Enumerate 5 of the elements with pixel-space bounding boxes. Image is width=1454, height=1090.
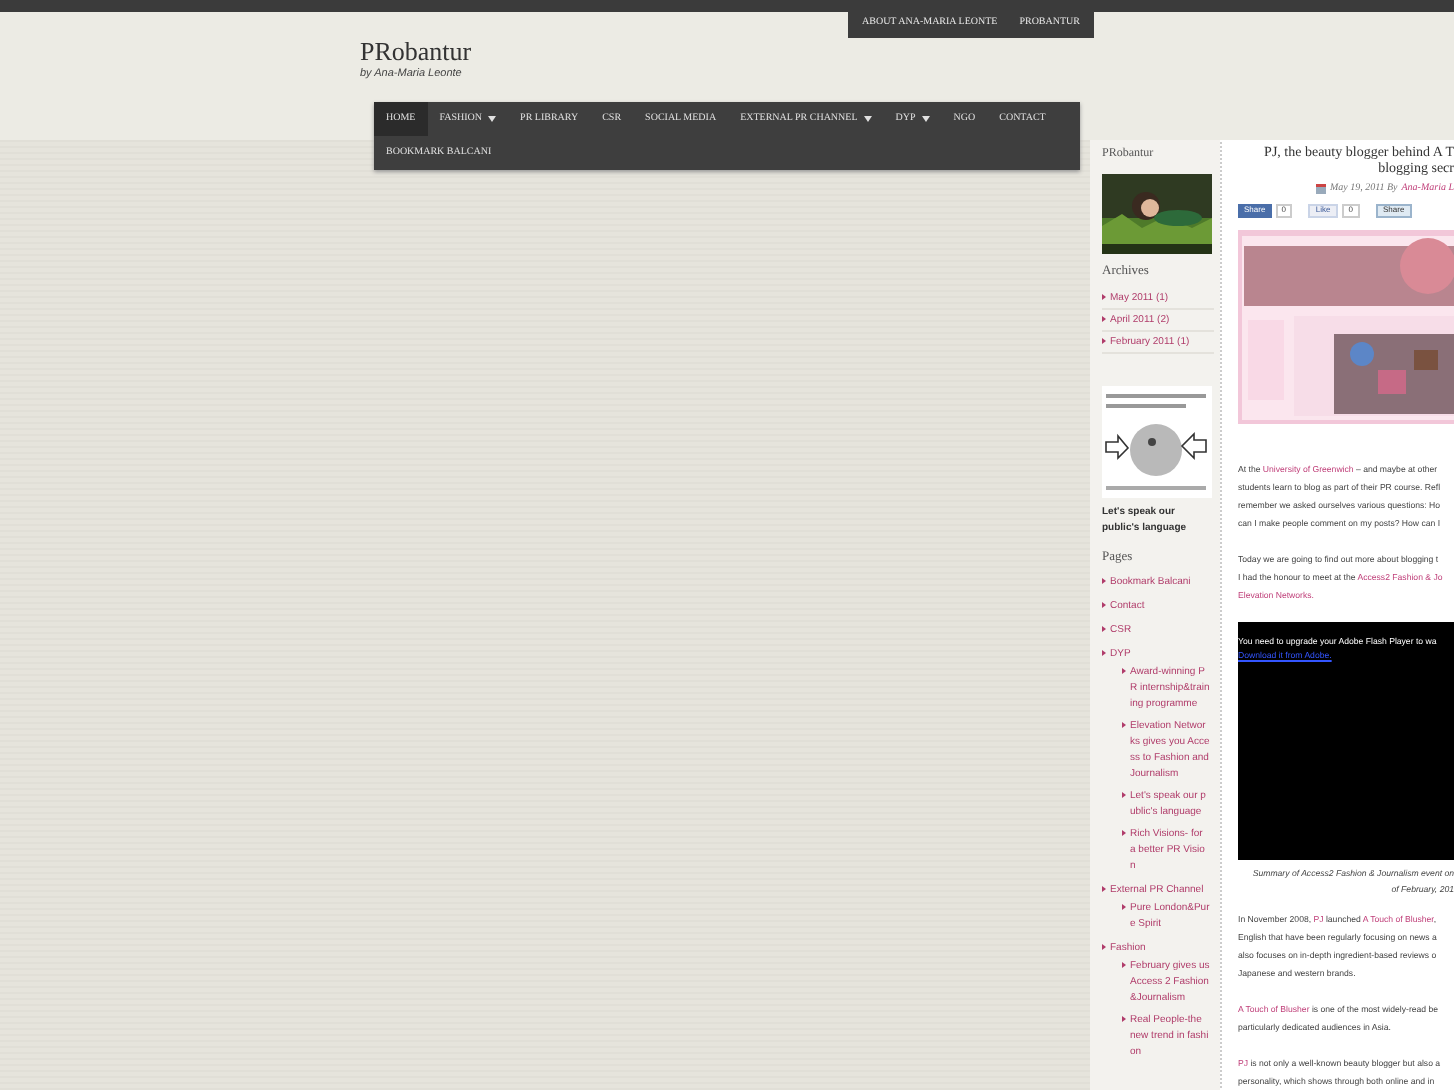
caret-icon: [488, 116, 497, 122]
site-title[interactable]: PRobantur: [360, 38, 1454, 66]
calendar-icon: [1315, 184, 1326, 195]
caret-icon: [863, 116, 872, 122]
caret-icon: [921, 116, 930, 122]
